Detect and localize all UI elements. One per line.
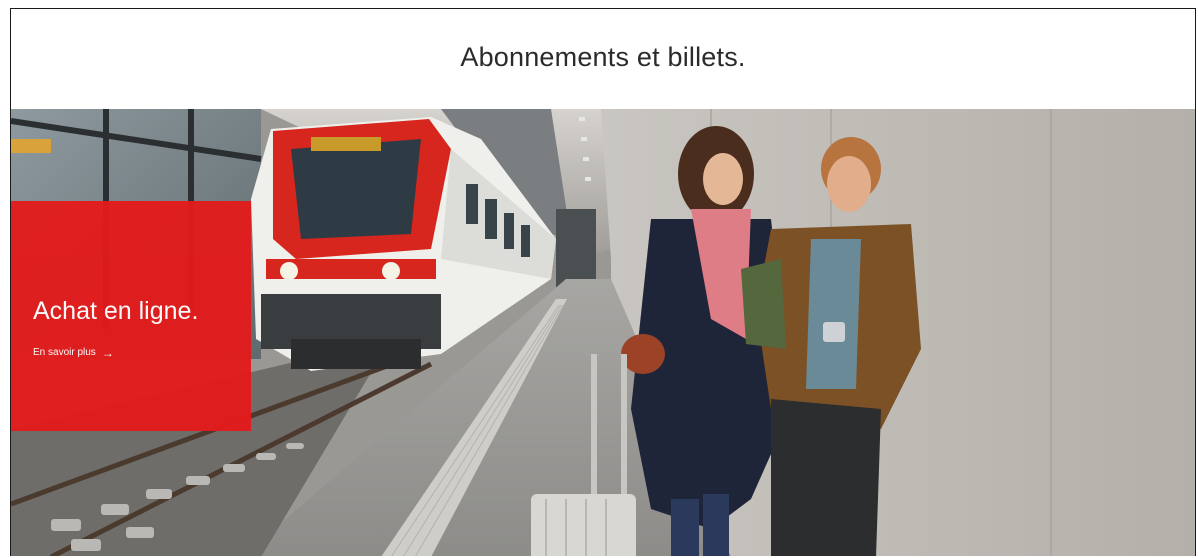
page-frame: Abonnements et billets. Achat en ligne. … [10,8,1196,556]
hero-banner: Achat en ligne. En savoir plus → [11,109,1195,556]
learn-more-label: En savoir plus [33,347,96,358]
promo-title: Achat en ligne. [33,297,199,325]
arrow-right-icon: → [101,345,114,360]
section-header: Abonnements et billets. [11,9,1195,109]
page-title: Abonnements et billets. [460,41,746,72]
learn-more-link[interactable]: En savoir plus → [33,345,114,360]
promo-card[interactable]: Achat en ligne. En savoir plus → [11,201,251,431]
